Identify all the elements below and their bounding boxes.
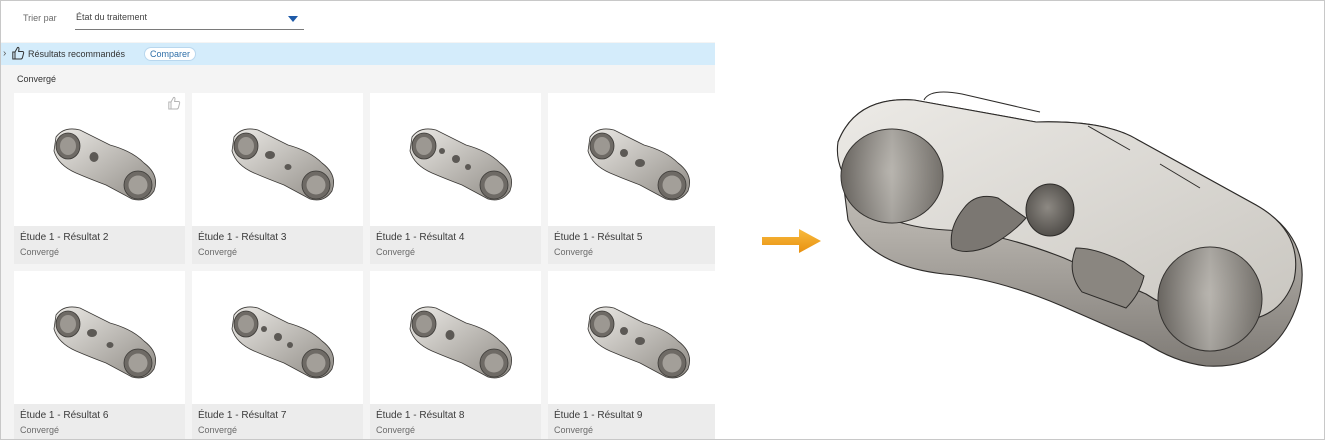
result-card[interactable]: Étude 1 - Résultat 5 Convergé bbox=[548, 93, 715, 264]
result-card[interactable]: Étude 1 - Résultat 4 Convergé bbox=[370, 93, 541, 264]
result-thumbnail bbox=[14, 93, 185, 226]
result-title: Étude 1 - Résultat 7 bbox=[198, 410, 287, 421]
result-card-footer: Étude 1 - Résultat 4 Convergé bbox=[370, 226, 541, 264]
part-thumbnail-image bbox=[409, 306, 513, 379]
result-title: Étude 1 - Résultat 2 bbox=[20, 232, 109, 243]
result-card-footer: Étude 1 - Résultat 2 Convergé bbox=[14, 226, 185, 264]
part-thumbnail-image bbox=[53, 128, 157, 201]
part-thumbnail-image bbox=[231, 306, 335, 379]
result-thumbnail bbox=[370, 93, 541, 226]
arrow-right-icon bbox=[762, 229, 821, 253]
part-thumbnail-image bbox=[53, 306, 157, 379]
result-title: Étude 1 - Résultat 4 bbox=[376, 232, 465, 243]
part-thumbnail-image bbox=[409, 128, 513, 201]
result-thumbnail bbox=[14, 271, 185, 404]
result-thumbnail bbox=[192, 93, 363, 226]
result-title: Étude 1 - Résultat 6 bbox=[20, 410, 109, 421]
chevron-down-icon bbox=[288, 16, 298, 22]
thumbs-up-icon[interactable] bbox=[168, 96, 181, 110]
result-status: Convergé bbox=[20, 247, 60, 257]
recommended-results-label: Résultats recommandés bbox=[28, 49, 126, 59]
sort-label: Trier par bbox=[23, 13, 57, 23]
result-status: Convergé bbox=[554, 425, 594, 435]
part-thumbnail-image bbox=[587, 306, 691, 379]
selected-result-3d-preview bbox=[836, 91, 1303, 367]
result-status: Convergé bbox=[20, 425, 60, 435]
chevron-right-icon[interactable]: › bbox=[3, 48, 6, 59]
sort-dropdown-value: État du traitement bbox=[76, 12, 148, 22]
result-card[interactable]: Étude 1 - Résultat 2 Convergé bbox=[14, 93, 185, 264]
recommended-results-bar[interactable]: › Résultats recommandés Comparer bbox=[1, 43, 715, 65]
result-card[interactable]: Étude 1 - Résultat 3 Convergé bbox=[192, 93, 363, 264]
result-title: Étude 1 - Résultat 3 bbox=[198, 232, 287, 243]
result-title: Étude 1 - Résultat 5 bbox=[554, 232, 643, 243]
result-thumbnail bbox=[192, 271, 363, 404]
result-status: Convergé bbox=[376, 247, 416, 257]
result-thumbnail bbox=[548, 271, 715, 404]
result-card-footer: Étude 1 - Résultat 6 Convergé bbox=[14, 404, 185, 439]
result-card-footer: Étude 1 - Résultat 8 Convergé bbox=[370, 404, 541, 439]
result-card-footer: Étude 1 - Résultat 9 Convergé bbox=[548, 404, 715, 439]
result-card[interactable]: Étude 1 - Résultat 9 Convergé bbox=[548, 271, 715, 439]
result-thumbnail bbox=[548, 93, 715, 226]
sort-bar: Trier par État du traitement bbox=[1, 1, 715, 42]
result-card-footer: Étude 1 - Résultat 5 Convergé bbox=[548, 226, 715, 264]
part-thumbnail-image bbox=[231, 128, 335, 201]
part-thumbnail-image bbox=[587, 128, 691, 201]
result-card[interactable]: Étude 1 - Résultat 6 Convergé bbox=[14, 271, 185, 439]
result-card[interactable]: Étude 1 - Résultat 8 Convergé bbox=[370, 271, 541, 439]
result-status: Convergé bbox=[376, 425, 416, 435]
result-card[interactable]: Étude 1 - Résultat 7 Convergé bbox=[192, 271, 363, 439]
results-panel: Trier par État du traitement › Résultats… bbox=[1, 1, 715, 439]
result-thumbnail bbox=[370, 271, 541, 404]
result-title: Étude 1 - Résultat 8 bbox=[376, 410, 465, 421]
result-status: Convergé bbox=[198, 425, 238, 435]
group-label-converged: Convergé bbox=[17, 74, 57, 84]
sort-dropdown[interactable]: État du traitement bbox=[75, 8, 304, 30]
thumbs-up-icon bbox=[12, 46, 25, 60]
result-status: Convergé bbox=[198, 247, 238, 257]
result-card-footer: Étude 1 - Résultat 7 Convergé bbox=[192, 404, 363, 439]
result-card-footer: Étude 1 - Résultat 3 Convergé bbox=[192, 226, 363, 264]
result-status: Convergé bbox=[554, 247, 594, 257]
result-title: Étude 1 - Résultat 9 bbox=[554, 410, 643, 421]
compare-button[interactable]: Comparer bbox=[144, 47, 197, 61]
